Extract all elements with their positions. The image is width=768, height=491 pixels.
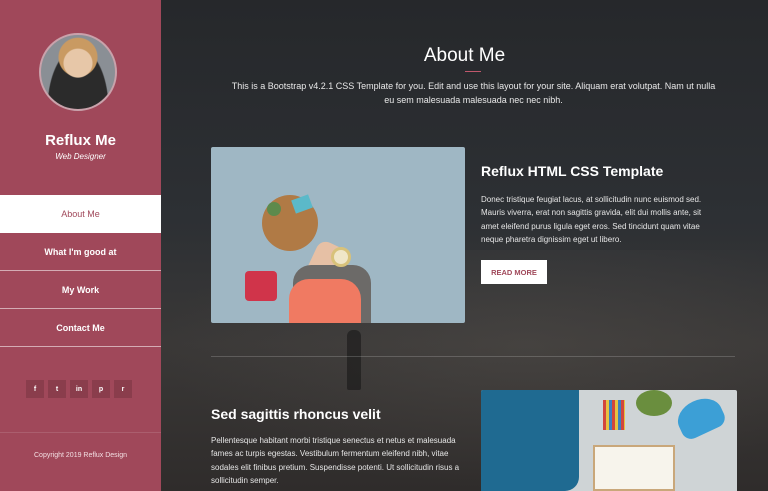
- sidebar: Reflux Me Web Designer About Me What I'm…: [0, 0, 161, 491]
- pens-shape: [603, 400, 625, 430]
- twitter-icon[interactable]: t: [48, 380, 66, 398]
- page-title: About Me: [423, 45, 506, 66]
- main-content: About Me This is a Bootstrap v4.2.1 CSS …: [161, 0, 768, 491]
- sidebar-divider: [0, 432, 161, 433]
- nav-item-my-work[interactable]: My Work: [0, 271, 161, 309]
- lamp-shape: [671, 391, 729, 443]
- dress-shape: [289, 279, 361, 323]
- handbag-shape: [245, 271, 277, 301]
- rss-icon[interactable]: r: [114, 380, 132, 398]
- coffee-cup-shape: [331, 247, 351, 267]
- social-links: f t in p r: [26, 380, 132, 398]
- intro-text: This is a Bootstrap v4.2.1 CSS Template …: [231, 81, 716, 105]
- pinterest-icon[interactable]: p: [92, 380, 110, 398]
- sidebar-nav: About Me What I'm good at My Work Contac…: [0, 195, 161, 347]
- linkedin-icon[interactable]: in: [70, 380, 88, 398]
- nav-item-what-im-good-at[interactable]: What I'm good at: [0, 233, 161, 271]
- section-heading: Reflux HTML CSS Template: [481, 163, 664, 179]
- backpack-shape: [481, 390, 579, 491]
- avatar: [39, 33, 117, 111]
- read-more-button[interactable]: READ MORE: [481, 260, 547, 284]
- copyright-text: Copyright 2019 Reflux Design: [34, 452, 127, 459]
- facebook-icon[interactable]: f: [26, 380, 44, 398]
- title-underline: [465, 71, 481, 72]
- nav-item-contact-me[interactable]: Contact Me: [0, 309, 161, 347]
- section2-body: Pellentesque habitant morbi tristique se…: [211, 436, 460, 485]
- nav-item-about-me[interactable]: About Me: [0, 195, 161, 233]
- site-name: Reflux Me: [45, 132, 116, 149]
- section-divider: [211, 356, 735, 357]
- plant-shape: [267, 202, 281, 216]
- template-image: [211, 147, 465, 323]
- notebook-shape: [593, 445, 675, 491]
- desk-image: [481, 390, 737, 491]
- section-body: Donec tristique feugiat lacus, at sollic…: [481, 195, 702, 244]
- section2-heading: Sed sagittis rhoncus velit: [211, 406, 381, 422]
- plant-shape-2: [636, 390, 672, 416]
- site-role: Web Designer: [55, 152, 106, 161]
- background-figure: [347, 330, 361, 390]
